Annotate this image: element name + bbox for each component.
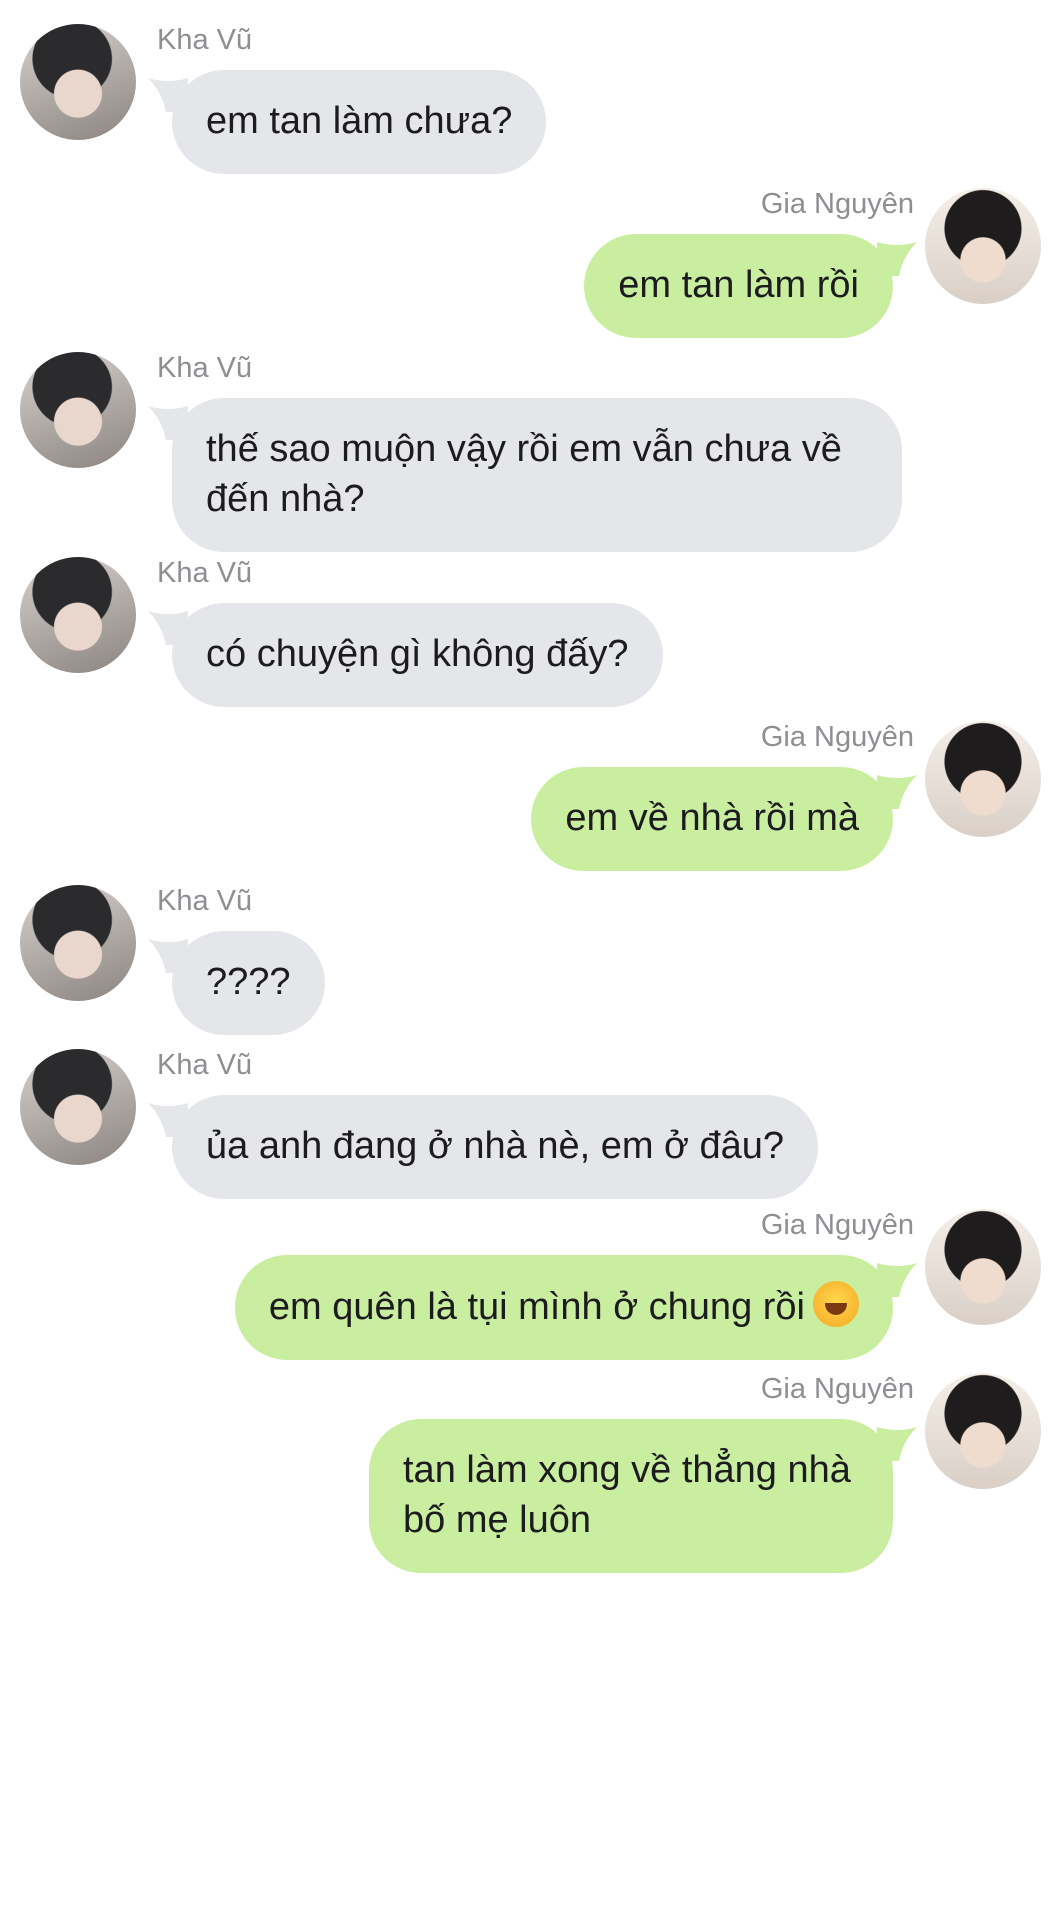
avatar-gia-nguyen[interactable] (925, 1373, 1041, 1489)
rolling-on-floor-laughing-emoji (813, 1281, 859, 1327)
sender-name: Kha Vũ (157, 885, 253, 917)
sender-name: Gia Nguyên (760, 188, 914, 220)
incoming-bubble[interactable]: em tan làm chưa? (172, 70, 547, 174)
sender-name: Kha Vũ (157, 1049, 253, 1081)
avatar-kha-vu[interactable] (20, 352, 136, 468)
incoming-bubble[interactable]: thế sao muộn vậy rồi em vẫn chưa về đến … (172, 398, 902, 552)
outgoing-bubble[interactable]: em tan làm rồi (584, 234, 893, 338)
incoming-bubble[interactable]: có chuyện gì không đấy? (172, 603, 663, 707)
sender-name: Kha Vũ (157, 352, 253, 384)
sender-name: Kha Vũ (157, 557, 253, 589)
outgoing-bubble[interactable]: tan làm xong về thẳng nhà bố mẹ luôn (369, 1419, 893, 1573)
sender-name: Kha Vũ (157, 24, 253, 56)
incoming-bubble[interactable]: ủa anh đang ở nhà nè, em ở đâu? (172, 1095, 819, 1199)
sender-name: Gia Nguyên (760, 1209, 914, 1241)
outgoing-bubble[interactable]: em về nhà rồi mà (531, 767, 893, 871)
avatar-gia-nguyen[interactable] (925, 188, 1041, 304)
avatar-gia-nguyen[interactable] (925, 1209, 1041, 1325)
avatar-kha-vu[interactable] (20, 557, 136, 673)
sender-name: Gia Nguyên (760, 1373, 914, 1405)
avatar-kha-vu[interactable] (20, 24, 136, 140)
avatar-gia-nguyen[interactable] (925, 721, 1041, 837)
avatar-kha-vu[interactable] (20, 1049, 136, 1165)
avatar-kha-vu[interactable] (20, 885, 136, 1001)
message-text: em quên là tụi mình ở chung rồi (268, 1286, 805, 1328)
outgoing-bubble[interactable]: em quên là tụi mình ở chung rồi (234, 1255, 893, 1360)
sender-name: Gia Nguyên (760, 721, 914, 753)
incoming-bubble[interactable]: ???? (172, 931, 325, 1035)
